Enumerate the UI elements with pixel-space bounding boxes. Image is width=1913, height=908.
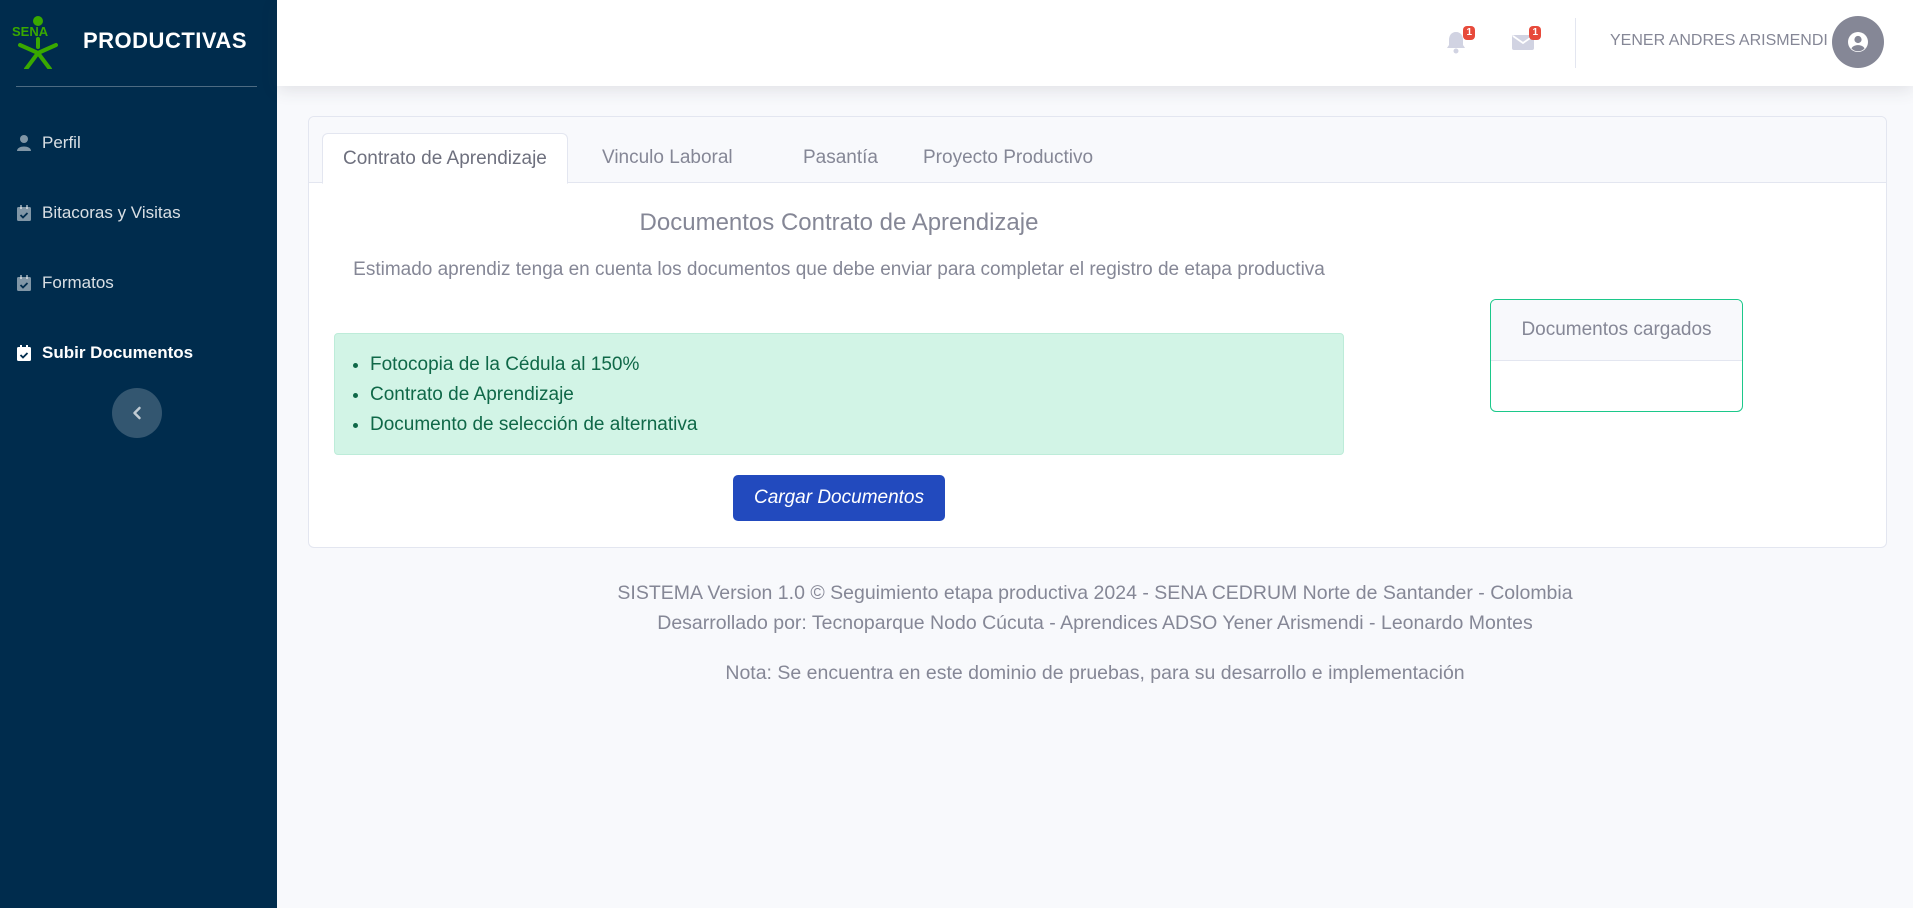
tab-proyecto-productivo[interactable]: Proyecto Productivo <box>903 133 1113 183</box>
list-item: Fotocopia de la Cédula al 150% <box>370 350 1343 380</box>
tab-pasantia-spacer <box>825 133 865 183</box>
sidebar-item-label: Bitacoras y Visitas <box>42 203 181 222</box>
documents-card: Contrato de Aprendizaje Vinculo Laboral … <box>308 116 1887 548</box>
sidebar-item-label: Subir Documentos <box>42 343 194 362</box>
sena-logo-icon: SENA <box>12 16 58 69</box>
sidebar-item-label: Perfil <box>42 133 81 152</box>
tabs-header: Contrato de Aprendizaje Vinculo Laboral … <box>309 117 1886 184</box>
section-description: Estimado aprendiz tenga en cuenta los do… <box>353 259 1325 280</box>
brand[interactable]: SENA PRODUCTIVAS <box>0 0 277 86</box>
footer-credits: Desarrollado por: Tecnoparque Nodo Cúcut… <box>657 612 1533 634</box>
sidebar-item-subir-documentos[interactable]: Subir Documentos <box>0 333 277 373</box>
tab-vinculo-laboral[interactable]: Vinculo Laboral <box>582 133 753 183</box>
load-documents-button[interactable]: Cargar Documentos <box>733 475 945 521</box>
avatar[interactable] <box>1832 16 1884 68</box>
calendar-check-icon <box>16 344 32 362</box>
sidebar-item-bitacoras[interactable]: Bitacoras y Visitas <box>0 193 277 233</box>
brand-name: PRODUCTIVAS <box>83 28 247 53</box>
sidebar: SENA PRODUCTIVAS Perfil Bitacoras y Visi… <box>0 0 277 908</box>
alerts-count-badge: 1 <box>1463 26 1475 40</box>
sidebar-divider <box>16 86 257 87</box>
chevron-left-icon <box>133 406 141 420</box>
sidebar-item-formatos[interactable]: Formatos <box>0 263 277 303</box>
sidebar-toggle-button[interactable] <box>112 388 162 438</box>
footer-copyright: SISTEMA Version 1.0 © Seguimiento etapa … <box>617 582 1573 604</box>
user-name[interactable]: YENER ANDRES ARISMENDI <box>1610 32 1828 50</box>
list-item: Documento de selección de alternativa <box>370 410 1343 440</box>
sidebar-item-label: Formatos <box>42 273 114 292</box>
user-circle-icon <box>1848 32 1868 52</box>
list-item: Contrato de Aprendizaje <box>370 380 1343 410</box>
user-icon <box>16 134 32 152</box>
sidebar-item-perfil[interactable]: Perfil <box>0 123 277 163</box>
loaded-documents-title: Documentos cargados <box>1491 300 1742 361</box>
svg-text:SENA: SENA <box>12 24 49 39</box>
section-title: Documentos Contrato de Aprendizaje <box>639 209 1039 236</box>
footer-note: Nota: Se encuentra en este dominio de pr… <box>725 662 1465 684</box>
topbar-divider <box>1575 18 1576 68</box>
loaded-documents-panel: Documentos cargados <box>1490 299 1743 412</box>
messages-button[interactable]: 1 <box>1511 26 1541 54</box>
required-documents-list: Fotocopia de la Cédula al 150% Contrato … <box>334 333 1344 455</box>
messages-count-badge: 1 <box>1529 26 1541 40</box>
calendar-check-icon <box>16 274 32 292</box>
calendar-check-icon <box>16 204 32 222</box>
alerts-button[interactable]: 1 <box>1445 26 1475 54</box>
tab-contrato-aprendizaje[interactable]: Contrato de Aprendizaje <box>322 133 568 184</box>
topbar: 1 1 YENER ANDRES ARISMENDI <box>277 0 1913 86</box>
